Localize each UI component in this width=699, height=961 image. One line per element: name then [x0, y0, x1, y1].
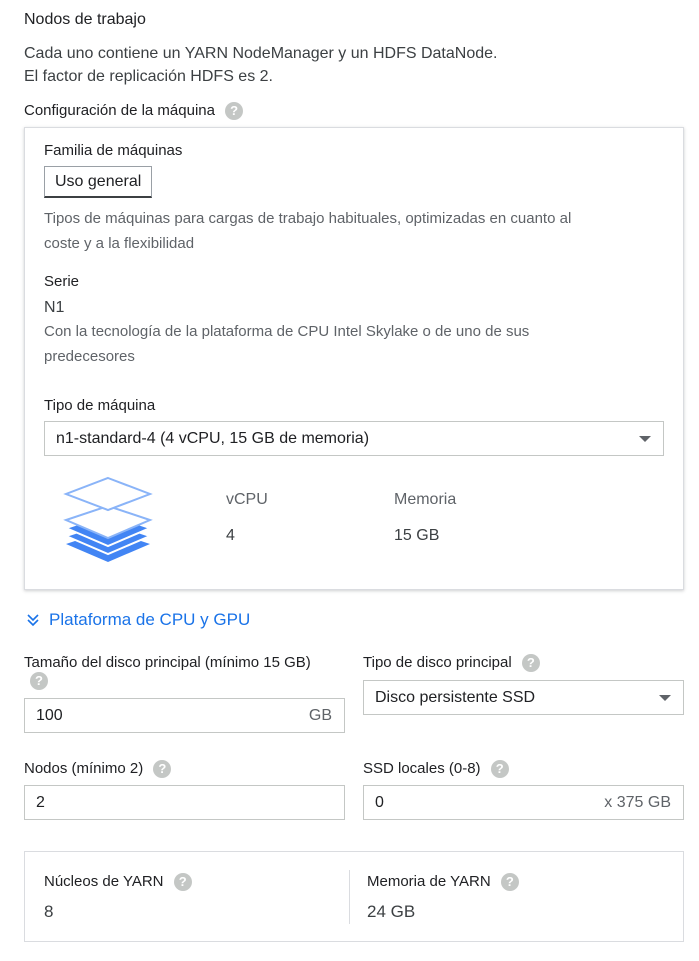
local-ssd-suffix: x 375 GB: [604, 794, 671, 811]
machine-type-value: n1-standard-4 (4 vCPU, 15 GB de memoria): [56, 430, 370, 447]
nodes-label-text: Nodos (mínimo 2): [24, 760, 144, 777]
cpu-gpu-platform-link[interactable]: Plataforma de CPU y GPU: [26, 610, 250, 630]
caret-down-icon: [659, 695, 671, 701]
cpu-gpu-platform-link-text: Plataforma de CPU y GPU: [49, 610, 251, 629]
section-description-line1: Cada uno contiene un YARN NodeManager y …: [24, 45, 498, 62]
vcpu-value: 4: [226, 527, 235, 544]
help-icon[interactable]: ?: [225, 102, 244, 121]
section-title: Nodos de trabajo: [24, 11, 146, 28]
yarn-cores-value: 8: [44, 902, 54, 921]
help-icon[interactable]: ?: [500, 873, 519, 892]
help-icon[interactable]: ?: [30, 672, 48, 690]
memory-label: Memoria: [394, 491, 457, 508]
series-value: N1: [44, 299, 65, 316]
help-icon[interactable]: ?: [521, 654, 540, 673]
yarn-memory-value: 24 GB: [367, 902, 416, 921]
section-description-line2: El factor de replicación HDFS es 2.: [24, 68, 273, 85]
machine-type-label: Tipo de máquina: [44, 397, 156, 414]
disk-type-label-text: Tipo de disco principal: [363, 654, 512, 671]
yarn-summary-card: [24, 851, 684, 942]
caret-down-icon: [639, 436, 651, 442]
disk-size-label: Tamaño del disco principal (mínimo 15 GB…: [24, 654, 311, 671]
disk-type-select[interactable]: Disco persistente SSD: [363, 680, 684, 715]
machine-family-desc-line1: Tipos de máquinas para cargas de trabajo…: [44, 210, 572, 227]
machine-config-label-text: Configuración de la máquina: [24, 102, 215, 119]
series-desc-line1: Con la tecnología de la plataforma de CP…: [44, 323, 530, 340]
yarn-cores-label: Núcleos de YARN ?: [44, 873, 192, 892]
disk-size-input[interactable]: 100 GB: [24, 698, 345, 733]
machine-config-label: Configuración de la máquina ?: [24, 102, 244, 121]
help-icon[interactable]: ?: [153, 760, 172, 779]
machine-family-label: Familia de máquinas: [44, 142, 183, 159]
disk-type-value: Disco persistente SSD: [375, 689, 536, 706]
yarn-memory-label: Memoria de YARN ?: [367, 873, 519, 892]
series-desc-line2: predecesores: [44, 348, 135, 365]
local-ssd-input[interactable]: 0 x 375 GB: [363, 785, 684, 820]
local-ssd-value: 0: [375, 794, 384, 811]
local-ssd-label: SSD locales (0-8) ?: [363, 760, 509, 779]
help-icon[interactable]: ?: [173, 873, 192, 892]
disk-size-unit: GB: [308, 707, 332, 724]
nodes-label: Nodos (mínimo 2) ?: [24, 760, 172, 779]
memory-value: 15 GB: [394, 527, 440, 544]
local-ssd-label-text: SSD locales (0-8): [363, 760, 481, 777]
yarn-memory-label-text: Memoria de YARN: [367, 873, 491, 890]
disk-size-value: 100: [36, 707, 63, 724]
machine-family-desc-line2: coste y a la flexibilidad: [44, 235, 195, 252]
nodes-input[interactable]: 2: [24, 785, 345, 820]
machine-family-button[interactable]: Uso general: [44, 166, 153, 198]
help-icon[interactable]: ?: [490, 760, 509, 779]
nodes-value: 2: [36, 794, 45, 811]
disk-type-label: Tipo de disco principal ?: [363, 654, 540, 673]
layers-stack-icon: [62, 474, 154, 575]
vcpu-label: vCPU: [226, 491, 268, 508]
chevron-double-down-icon: [26, 612, 40, 628]
machine-type-select[interactable]: n1-standard-4 (4 vCPU, 15 GB de memoria): [44, 421, 664, 456]
series-label: Serie: [44, 273, 80, 290]
yarn-divider: [349, 870, 350, 924]
yarn-cores-label-text: Núcleos de YARN: [44, 873, 164, 890]
